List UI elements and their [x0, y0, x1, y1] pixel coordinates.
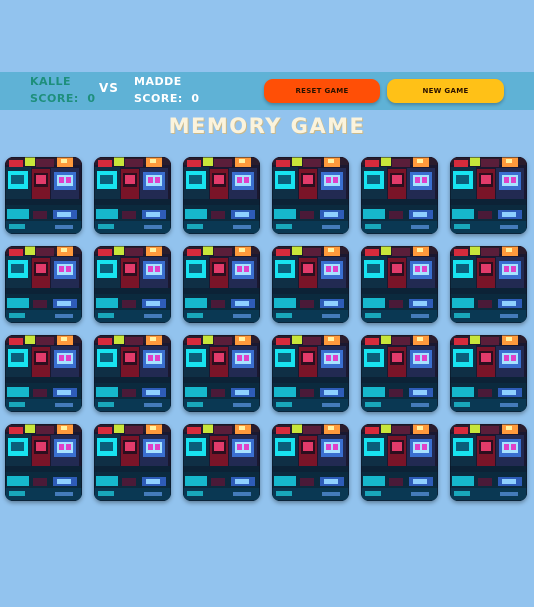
card-back-image	[94, 335, 171, 412]
memory-card[interactable]	[272, 424, 349, 501]
card-back-image	[361, 424, 438, 501]
memory-card[interactable]	[450, 246, 527, 323]
memory-card[interactable]	[361, 157, 438, 234]
memory-card[interactable]	[450, 157, 527, 234]
card-back-image	[94, 157, 171, 234]
card-back-image	[5, 335, 82, 412]
card-back-image	[361, 157, 438, 234]
card-back-image	[272, 246, 349, 323]
memory-card[interactable]	[272, 246, 349, 323]
card-back-image	[183, 424, 260, 501]
player-1-score-value: 0	[87, 92, 96, 105]
memory-card[interactable]	[183, 246, 260, 323]
memory-card[interactable]	[94, 424, 171, 501]
memory-card[interactable]	[183, 335, 260, 412]
card-back-image	[5, 424, 82, 501]
memory-card[interactable]	[361, 335, 438, 412]
memory-card[interactable]	[183, 157, 260, 234]
card-back-image	[94, 424, 171, 501]
memory-card[interactable]	[94, 157, 171, 234]
card-back-image	[361, 335, 438, 412]
reset-game-button[interactable]: RESET GAME	[264, 79, 380, 103]
new-game-button[interactable]: NEW GAME	[387, 79, 504, 103]
player-2-panel: MADDE SCORE: 0	[134, 73, 200, 107]
card-back-image	[272, 424, 349, 501]
memory-card[interactable]	[183, 424, 260, 501]
memory-card[interactable]	[5, 157, 82, 234]
card-back-image	[183, 246, 260, 323]
card-back-image	[5, 246, 82, 323]
card-back-image	[361, 246, 438, 323]
memory-card[interactable]	[361, 246, 438, 323]
memory-card[interactable]	[272, 157, 349, 234]
card-back-image	[94, 246, 171, 323]
memory-card[interactable]	[5, 335, 82, 412]
memory-card[interactable]	[94, 335, 171, 412]
player-1-name: KALLE	[30, 75, 72, 88]
player-2-name: MADDE	[134, 75, 182, 88]
player-1-score: SCORE: 0	[30, 90, 96, 107]
memory-card[interactable]	[5, 246, 82, 323]
memory-card[interactable]	[272, 335, 349, 412]
player-1-panel: KALLE SCORE: 0	[30, 73, 96, 107]
memory-card[interactable]	[5, 424, 82, 501]
card-back-image	[450, 335, 527, 412]
card-back-image	[272, 157, 349, 234]
player-2-score: SCORE: 0	[134, 90, 200, 107]
card-back-image	[450, 246, 527, 323]
card-back-image	[450, 157, 527, 234]
card-back-image	[450, 424, 527, 501]
memory-card[interactable]	[450, 335, 527, 412]
card-back-image	[183, 335, 260, 412]
memory-card[interactable]	[450, 424, 527, 501]
player-1-score-label: SCORE:	[30, 92, 79, 105]
player-2-score-value: 0	[191, 92, 200, 105]
versus-label: VS	[99, 81, 119, 95]
card-back-image	[183, 157, 260, 234]
card-back-image	[5, 157, 82, 234]
player-2-score-label: SCORE:	[134, 92, 183, 105]
card-back-image	[272, 335, 349, 412]
memory-card[interactable]	[94, 246, 171, 323]
game-title: MEMORY GAME	[168, 114, 366, 138]
memory-card[interactable]	[361, 424, 438, 501]
